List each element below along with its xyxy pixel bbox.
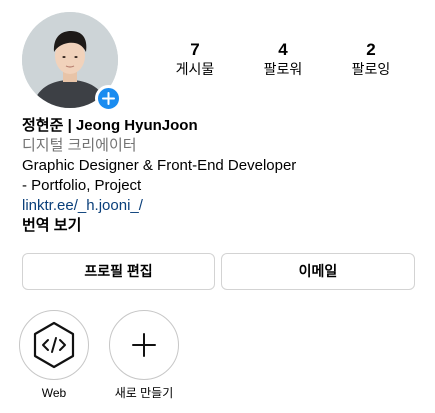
profile-bio: 정현준 | Jeong HyunJoon 디지털 크리에이터 Graphic D… bbox=[22, 116, 422, 236]
plus-icon bbox=[132, 333, 156, 357]
posts-stat[interactable]: 7 게시물 bbox=[160, 40, 230, 78]
followers-stat[interactable]: 4 팔로워 bbox=[248, 40, 318, 78]
add-story-button[interactable] bbox=[95, 85, 122, 112]
profile-category: 디지털 크리에이터 bbox=[22, 137, 137, 154]
profile-avatar-area[interactable] bbox=[22, 12, 122, 112]
plus-icon bbox=[102, 92, 115, 105]
profile-header: 7 게시물 4 팔로워 2 팔로잉 정현준 | Jeong HyunJoon 디… bbox=[0, 0, 435, 413]
following-label: 팔로잉 bbox=[351, 61, 391, 77]
followers-label: 팔로워 bbox=[263, 61, 303, 77]
code-icon bbox=[33, 321, 75, 369]
followers-count: 4 bbox=[278, 40, 288, 59]
highlight-web[interactable]: Web bbox=[18, 310, 90, 400]
bio-line-1: Graphic Designer & Front-End Developer bbox=[22, 157, 297, 174]
highlight-new-label: 새로 만들기 bbox=[114, 386, 174, 400]
following-count: 2 bbox=[366, 40, 376, 59]
email-button[interactable]: 이메일 bbox=[221, 253, 415, 290]
edit-profile-button[interactable]: 프로필 편집 bbox=[22, 253, 215, 290]
profile-name: 정현준 | Jeong HyunJoon bbox=[22, 117, 198, 134]
bio-line-2: - Portfolio, Project bbox=[22, 177, 142, 194]
highlight-web-cover[interactable] bbox=[19, 310, 89, 380]
following-stat[interactable]: 2 팔로잉 bbox=[336, 40, 406, 78]
translate-button[interactable]: 번역 보기 bbox=[22, 216, 422, 236]
posts-count: 7 bbox=[190, 40, 200, 59]
posts-label: 게시물 bbox=[175, 61, 215, 77]
new-highlight-button[interactable] bbox=[109, 310, 179, 380]
highlight-new[interactable]: 새로 만들기 bbox=[108, 310, 180, 400]
bio-link[interactable]: linktr.ee/_h.jooni_/ bbox=[22, 196, 422, 216]
highlight-web-label: Web bbox=[41, 386, 67, 400]
